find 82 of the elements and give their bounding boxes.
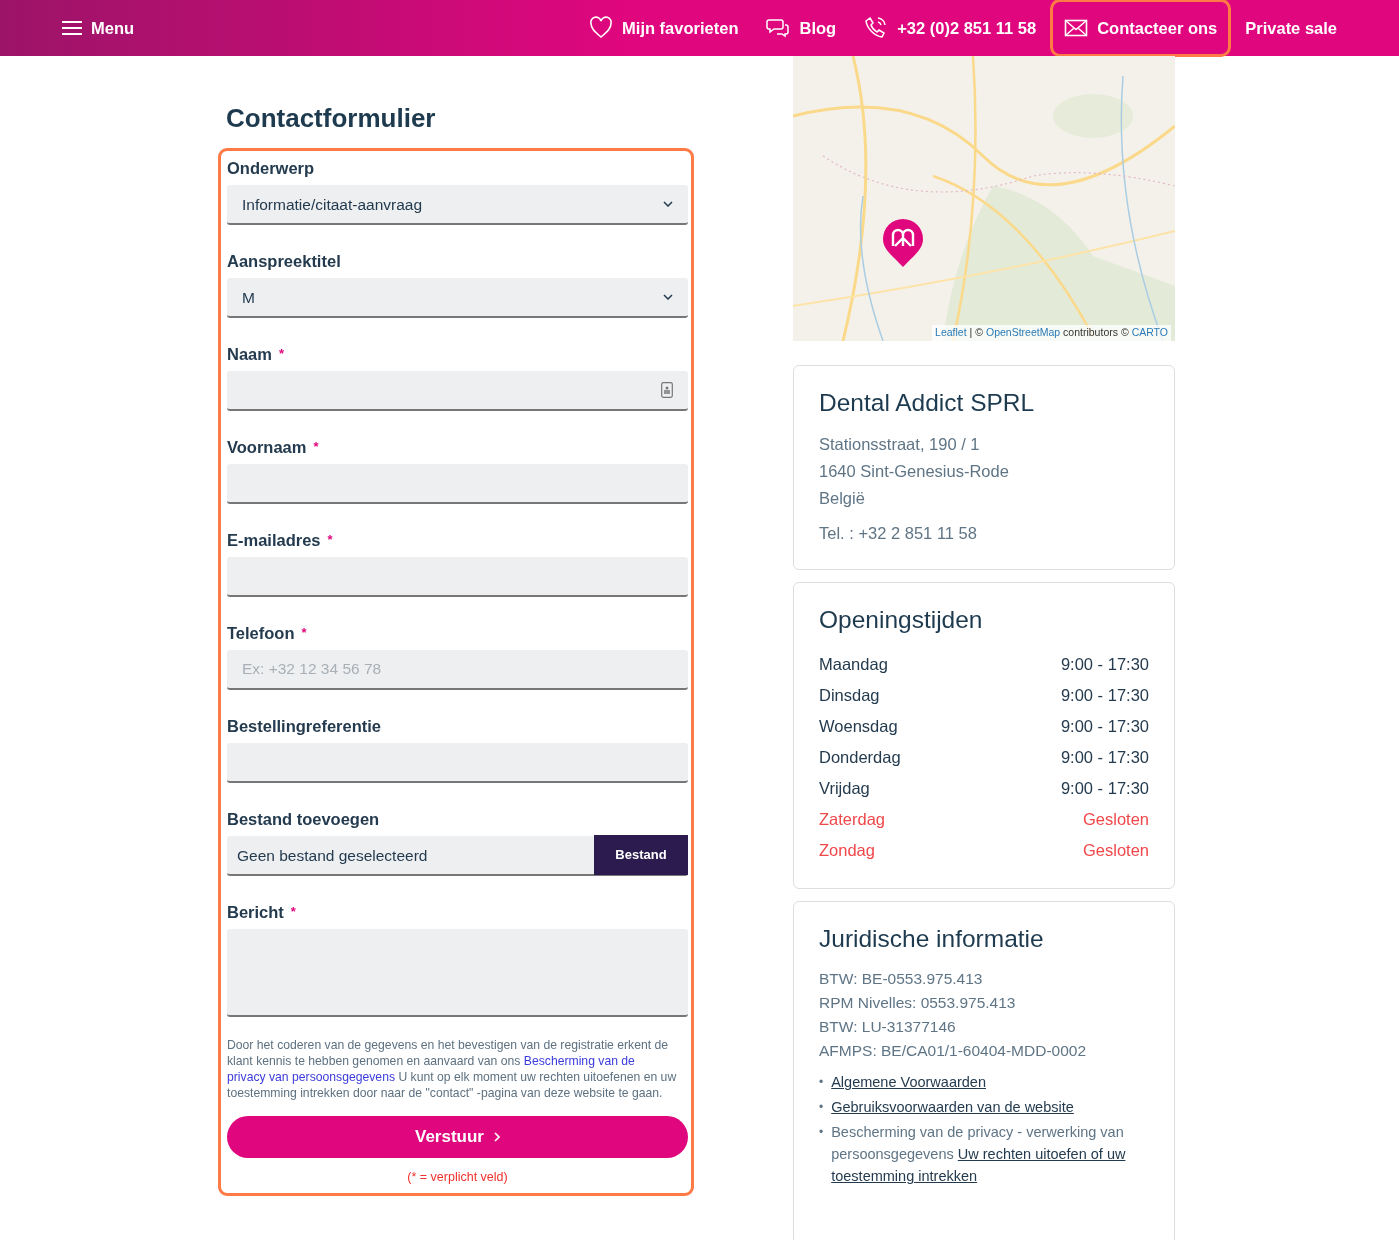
heart-icon bbox=[589, 16, 614, 40]
chevron-down-icon bbox=[663, 201, 673, 208]
field-label: Onderwerp bbox=[227, 159, 315, 178]
list-bullet: • bbox=[819, 1124, 824, 1142]
attribution-link[interactable]: Leaflet bbox=[935, 325, 967, 341]
nav-link[interactable]: Blog bbox=[752, 4, 851, 52]
consent-text: Door het coderen van de gegevens en het bevestigen van de registratie erkent de klant kennis te hebben genomen en aanvaard van ons Bescherming van de privacy van persoonsgegevens U kunt op elk moment uw rechten uitoefenen en uw toestemming intrekken door naar de "contact" -pagina van deze website te gaan. bbox=[227, 1037, 678, 1102]
phone-icon bbox=[864, 16, 889, 40]
legal-line: RPM Nivelles: 0553.975.413 bbox=[819, 993, 1017, 1014]
list-bullet: • bbox=[819, 1074, 824, 1092]
company-name: Dental Addict SPRL bbox=[819, 388, 1036, 418]
nav-link[interactable]: Private sale bbox=[1231, 4, 1351, 52]
required-note: (* = verplicht veld) bbox=[406, 1169, 509, 1187]
legal-line: BTW: LU-31377146 bbox=[819, 1017, 957, 1038]
required-mark: * bbox=[313, 439, 319, 455]
send-button[interactable]: Verstuur bbox=[227, 1116, 688, 1159]
address-line: 1640 Sint-Genesius-Rode bbox=[819, 461, 1010, 483]
field-label: Aanspreektitel bbox=[227, 252, 341, 271]
hours-value: Gesloten bbox=[1082, 839, 1149, 861]
day-label: Zaterdag bbox=[819, 808, 886, 830]
field-label: Voornaam bbox=[227, 438, 307, 457]
legal-text: Bescherming van de privacy - verwerking van persoonsgegevens Uw rechten uitoefen of uw toestemming intrekken bbox=[831, 1123, 1127, 1187]
form-title: Contactformulier bbox=[226, 103, 437, 135]
day-label: Dinsdag bbox=[819, 684, 880, 706]
browse-button[interactable]: Bestand bbox=[594, 835, 688, 876]
hours-value: 9:00 - 17:30 bbox=[1060, 715, 1149, 737]
phone-text: Tel. : +32 2 851 11 58 bbox=[819, 523, 978, 545]
field-label: E-mailadres bbox=[227, 531, 321, 550]
menu-icon bbox=[62, 21, 82, 35]
list-bullet: • bbox=[819, 1099, 824, 1117]
privacy-link[interactable]: Bescherming van de bbox=[523, 1054, 635, 1069]
field-label: Telefoon bbox=[227, 624, 295, 643]
day-label: Woensdag bbox=[819, 715, 898, 737]
input-field[interactable] bbox=[227, 743, 688, 784]
file-field[interactable]: Geen bestand geselecteerd Bestand bbox=[227, 836, 688, 877]
legal-link[interactable]: Uw rechten uitoefen of uw bbox=[957, 1146, 1126, 1163]
menu-button[interactable]: Menu bbox=[48, 4, 149, 52]
message-field[interactable] bbox=[227, 929, 688, 1018]
privacy-link[interactable]: privacy van persoonsgegevens bbox=[227, 1070, 396, 1085]
required-mark: * bbox=[278, 346, 284, 362]
input-field[interactable] bbox=[227, 464, 688, 505]
chat-icon bbox=[766, 16, 791, 40]
legal-link[interactable]: Algemene Voorwaarden bbox=[831, 1074, 986, 1091]
legal-link[interactable]: toestemming intrekken bbox=[831, 1168, 978, 1185]
legal-link[interactable]: Gebruiksvoorwaarden van de website bbox=[831, 1099, 1074, 1116]
hours-title: Openingstijden bbox=[819, 605, 984, 635]
hours-value: 9:00 - 17:30 bbox=[1060, 746, 1149, 768]
attribution-text: | © bbox=[969, 325, 983, 341]
chevron-right-icon bbox=[494, 1132, 500, 1143]
hours-value: 9:00 - 17:30 bbox=[1060, 684, 1149, 706]
input-field[interactable]: Ex: +32 12 34 56 78 bbox=[227, 650, 688, 691]
select-field[interactable]: M bbox=[227, 278, 688, 319]
field-label: Bestand toevoegen bbox=[227, 810, 380, 829]
required-mark: * bbox=[290, 904, 296, 920]
input-field[interactable] bbox=[227, 557, 688, 598]
contact-card-icon[interactable] bbox=[661, 382, 673, 399]
hours-value: Gesloten bbox=[1082, 808, 1149, 830]
attribution-link[interactable]: CARTO bbox=[1131, 325, 1168, 341]
required-mark: * bbox=[327, 532, 333, 548]
address-line: Stationsstraat, 190 / 1 bbox=[819, 434, 981, 456]
input-field[interactable] bbox=[227, 371, 688, 412]
day-label: Vrijdag bbox=[819, 777, 870, 799]
field-label: Naam bbox=[227, 345, 272, 364]
legal-title: Juridische informatie bbox=[819, 923, 1045, 954]
day-label: Maandag bbox=[819, 653, 888, 675]
select-field[interactable]: Informatie/citaat-aanvraag bbox=[227, 185, 688, 226]
nav-link[interactable]: +32 (0)2 851 11 58 bbox=[850, 4, 1051, 52]
legal-line: AFMPS: BE/CA01/1-60404-MDD-0002 bbox=[819, 1041, 1088, 1062]
legal-line: BTW: BE-0553.975.413 bbox=[819, 969, 984, 990]
nav-link[interactable]: Mijn favorieten bbox=[575, 4, 753, 52]
field-label: Bericht bbox=[227, 903, 284, 922]
chevron-down-icon bbox=[663, 294, 673, 301]
day-label: Donderdag bbox=[819, 746, 901, 768]
hours-value: 9:00 - 17:30 bbox=[1060, 777, 1149, 799]
map-pin-icon[interactable] bbox=[882, 218, 924, 268]
attribution-text: contributors © bbox=[1063, 325, 1129, 341]
required-mark: * bbox=[301, 625, 307, 641]
day-label: Zondag bbox=[819, 839, 875, 861]
hours-value: 9:00 - 17:30 bbox=[1060, 653, 1149, 675]
field-label: Bestellingreferentie bbox=[227, 717, 382, 736]
address-line: België bbox=[819, 488, 866, 510]
attribution-link[interactable]: OpenStreetMap bbox=[985, 325, 1061, 341]
